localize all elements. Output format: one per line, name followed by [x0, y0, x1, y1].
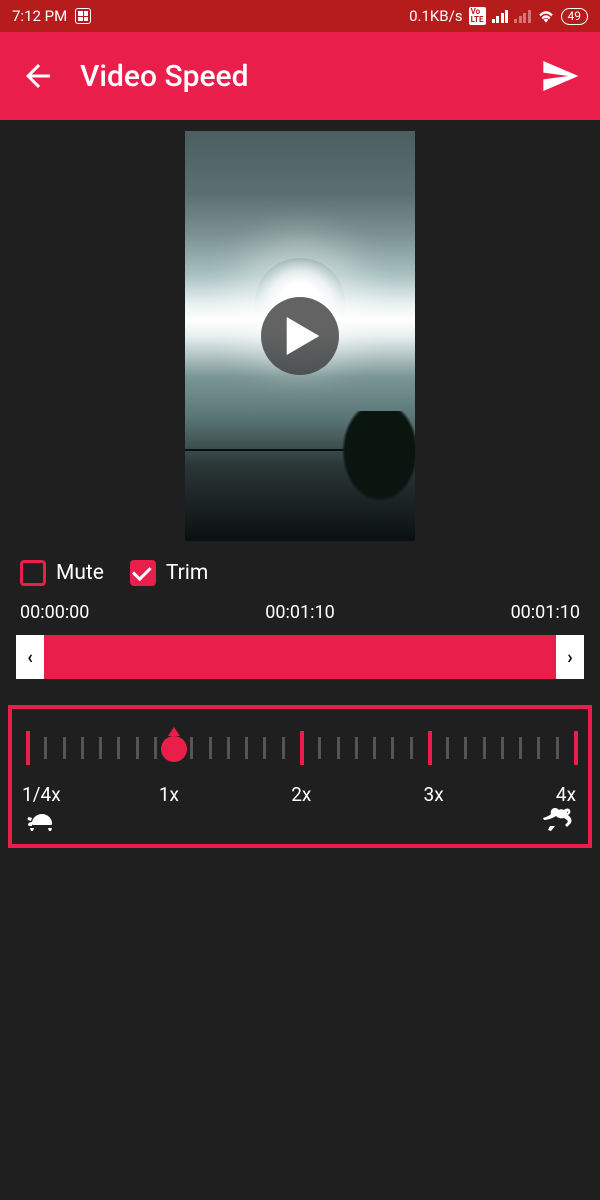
trim-timeline: ‹ ›: [16, 635, 584, 679]
speed-tick: [410, 737, 413, 759]
speed-tick: [63, 737, 66, 759]
speed-tick: [483, 737, 486, 759]
speed-tick: [190, 737, 193, 759]
checkbox-checked-icon: [130, 560, 156, 586]
speed-label-2x: 2x: [291, 783, 311, 806]
play-icon: [286, 317, 320, 355]
signal-icon-2: [514, 9, 531, 23]
back-arrow-icon[interactable]: [20, 58, 56, 94]
trim-track[interactable]: [44, 635, 556, 679]
speed-slider-thumb[interactable]: [161, 736, 187, 762]
speed-tick: [300, 731, 304, 765]
status-time: 7:12 PM: [12, 7, 67, 25]
volte-icon: VoLTE: [469, 7, 486, 25]
speed-tick: [44, 737, 47, 759]
speed-tick: [26, 731, 30, 765]
speed-tick: [464, 737, 467, 759]
time-start: 00:00:00: [20, 602, 89, 623]
speed-slider[interactable]: [26, 727, 574, 771]
speed-panel: 1/4x 1x 2x 3x 4x: [8, 705, 592, 848]
time-end: 00:01:10: [511, 602, 580, 623]
mute-checkbox[interactable]: Mute: [20, 560, 104, 586]
send-icon[interactable]: [540, 56, 580, 96]
battery-icon: 49: [561, 8, 589, 25]
speed-tick: [574, 731, 578, 765]
trim-label: Trim: [166, 561, 208, 585]
time-current: 00:01:10: [265, 602, 334, 623]
trim-checkbox[interactable]: Trim: [130, 560, 208, 586]
speed-tick: [373, 737, 376, 759]
speed-tick: [519, 737, 522, 759]
speed-label-4x: 4x: [556, 783, 576, 806]
speed-tick: [391, 737, 394, 759]
speed-tick: [446, 737, 449, 759]
speed-tick: [99, 737, 102, 759]
speed-tick: [556, 737, 559, 759]
speed-label-1x: 1x: [159, 783, 179, 806]
time-row: 00:00:00 00:01:10 00:01:10: [0, 598, 600, 631]
speed-tick: [337, 737, 340, 759]
video-preview: [0, 126, 600, 546]
status-bar: 7:12 PM 0.1KB/s VoLTE 49: [0, 0, 600, 32]
speed-tick: [428, 731, 432, 765]
play-button[interactable]: [261, 297, 339, 375]
speed-tick: [209, 737, 212, 759]
trim-handle-right[interactable]: ›: [556, 635, 584, 679]
network-rate: 0.1KB/s: [409, 7, 463, 25]
speed-tick: [81, 737, 84, 759]
keyboard-icon: [75, 8, 91, 24]
speed-label-3x: 3x: [424, 783, 444, 806]
app-bar: Video Speed: [0, 32, 600, 120]
speed-tick: [117, 737, 120, 759]
speed-tick: [537, 737, 540, 759]
speed-tick: [282, 737, 285, 759]
speed-labels: 1/4x 1x 2x 3x 4x: [22, 783, 578, 806]
options-row: Mute Trim: [0, 546, 600, 598]
signal-icon-1: [492, 9, 509, 23]
speed-tick: [318, 737, 321, 759]
speed-tick: [245, 737, 248, 759]
page-title: Video Speed: [80, 59, 249, 94]
speed-tick: [154, 737, 157, 759]
checkbox-unchecked-icon: [20, 560, 46, 586]
speed-tick: [136, 737, 139, 759]
speed-tick: [355, 737, 358, 759]
trim-handle-left[interactable]: ‹: [16, 635, 44, 679]
speed-label-quarter: 1/4x: [22, 783, 61, 806]
rabbit-icon: [542, 808, 574, 832]
wifi-icon: [537, 9, 555, 23]
speed-tick: [263, 737, 266, 759]
speed-tick: [227, 737, 230, 759]
mute-label: Mute: [56, 561, 104, 585]
turtle-icon: [26, 808, 58, 832]
speed-tick: [501, 737, 504, 759]
